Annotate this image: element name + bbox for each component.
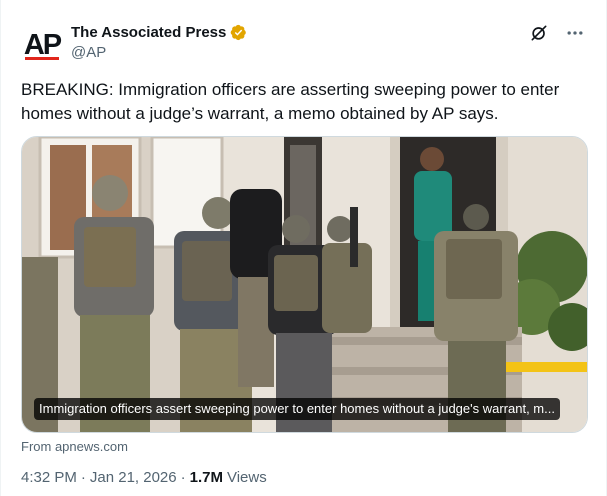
- header-actions: [528, 22, 586, 44]
- name-row: The Associated Press: [71, 24, 247, 41]
- media-caption: Immigration officers assert sweeping pow…: [34, 398, 560, 420]
- news-photo: [22, 137, 587, 432]
- verified-badge-icon[interactable]: [230, 24, 247, 41]
- views-count: 1.7M: [189, 469, 223, 486]
- post-meta: 4:32 PM · Jan 21, 2026 · 1.7M Views: [21, 445, 588, 496]
- handle[interactable]: @AP: [71, 44, 106, 61]
- post-date[interactable]: Jan 21, 2026: [90, 469, 177, 486]
- meta-separator: ·: [180, 469, 186, 486]
- avatar-logo: AP: [23, 28, 62, 61]
- media-card[interactable]: Immigration officers assert sweeping pow…: [21, 136, 588, 433]
- display-name[interactable]: The Associated Press: [71, 24, 226, 41]
- post-card: AP The Associated Press @AP BREAKING: Im…: [0, 0, 607, 496]
- grok-icon[interactable]: [528, 22, 550, 44]
- views-label: Views: [226, 469, 267, 486]
- meta-separator: ·: [80, 469, 86, 486]
- post-time[interactable]: 4:32 PM: [21, 469, 77, 486]
- post-text: BREAKING: Immigration officers are asser…: [21, 80, 560, 123]
- more-icon[interactable]: [564, 22, 586, 44]
- avatar-logo-bar: [25, 57, 59, 60]
- avatar[interactable]: AP: [21, 24, 63, 66]
